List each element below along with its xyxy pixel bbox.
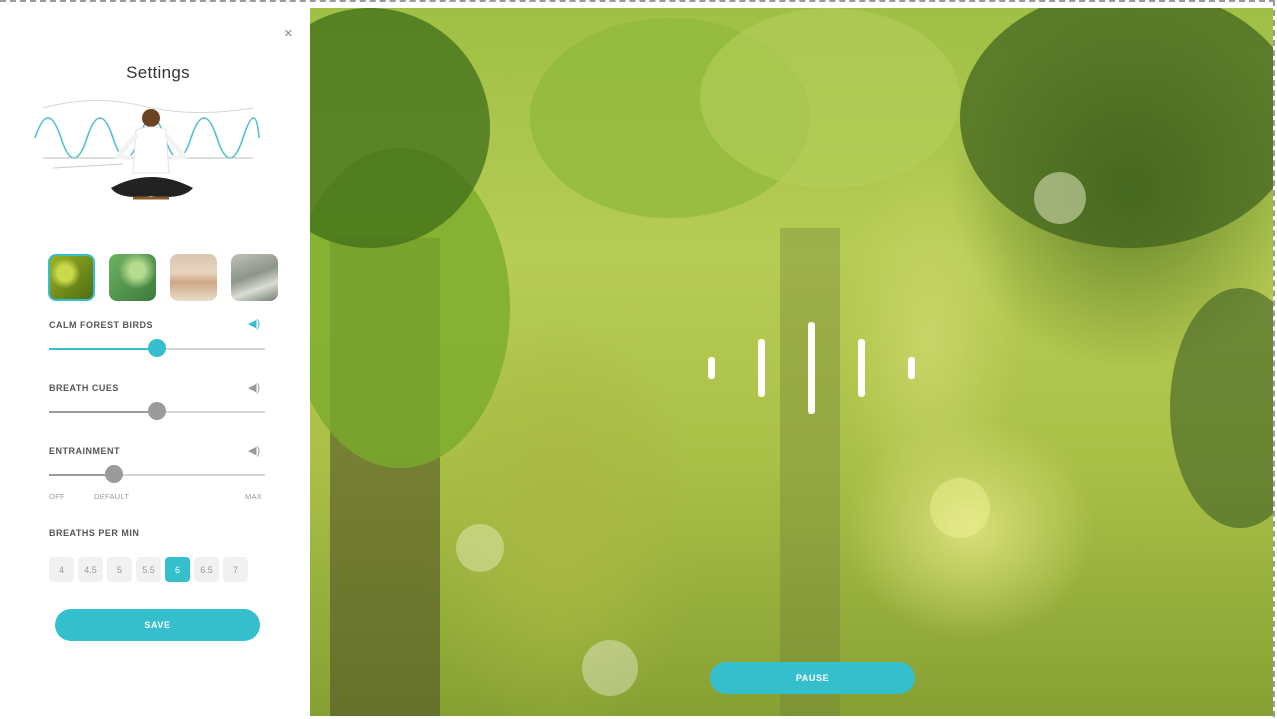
settings-title: Settings: [126, 63, 190, 82]
scene-thumbnail-misty-river[interactable]: [231, 254, 278, 301]
slider-fill: [49, 411, 157, 413]
entrainment-scale-min: OFF: [49, 492, 65, 501]
bpm-option[interactable]: 7: [223, 557, 248, 582]
volume-icon[interactable]: ◀): [248, 381, 260, 394]
breath-cues-slider[interactable]: [49, 402, 265, 420]
slider-knob[interactable]: [148, 402, 166, 420]
scene-thumbnail-green-leaves[interactable]: [109, 254, 156, 301]
slider-knob[interactable]: [148, 339, 166, 357]
wave-bar: [808, 322, 815, 414]
volume-icon[interactable]: ◀): [248, 317, 260, 330]
entrainment-label: ENTRAINMENT: [49, 446, 120, 456]
wave-bar: [758, 339, 765, 397]
settings-panel: × Settings CALM FOREST BIRDS ◀) BREATH C…: [8, 8, 308, 716]
calm-forest-birds-slider[interactable]: [49, 339, 265, 357]
bpm-option[interactable]: 4: [49, 557, 74, 582]
entrainment-scale-default: DEFAULT: [94, 492, 130, 501]
slider-knob[interactable]: [104, 465, 123, 483]
forest-scene: PAUSE: [310, 8, 1273, 716]
bpm-option[interactable]: 5.5: [136, 557, 161, 582]
breaths-per-min-selector: 4 4.5 5 5.5 6 6.5 7: [49, 557, 248, 582]
wave-bar: [858, 339, 865, 397]
meditation-illustration: [34, 99, 260, 200]
scene-thumbnail-beach-sunset[interactable]: [170, 254, 217, 301]
breathing-waveform: [708, 318, 918, 418]
wave-bar: [708, 357, 715, 379]
entrainment-scale-max: MAX: [245, 492, 263, 501]
bpm-option[interactable]: 6.5: [194, 557, 219, 582]
breath-cues-label: BREATH CUES: [49, 383, 119, 393]
volume-icon[interactable]: ◀): [248, 444, 260, 457]
pause-button[interactable]: PAUSE: [710, 662, 915, 694]
slider-fill: [49, 348, 157, 350]
close-icon[interactable]: ×: [284, 25, 293, 42]
calm-forest-birds-label: CALM FOREST BIRDS: [49, 320, 153, 330]
wave-bar: [908, 357, 915, 379]
scene-thumbnail-forest-leaves[interactable]: [48, 254, 95, 301]
save-button[interactable]: SAVE: [55, 609, 260, 641]
bpm-option[interactable]: 5: [107, 557, 132, 582]
breaths-per-min-label: BREATHS PER MIN: [49, 528, 140, 538]
entrainment-slider[interactable]: [49, 465, 265, 483]
bpm-option[interactable]: 6: [165, 557, 190, 582]
bpm-option[interactable]: 4.5: [78, 557, 103, 582]
scene-thumbnails: [48, 254, 278, 301]
